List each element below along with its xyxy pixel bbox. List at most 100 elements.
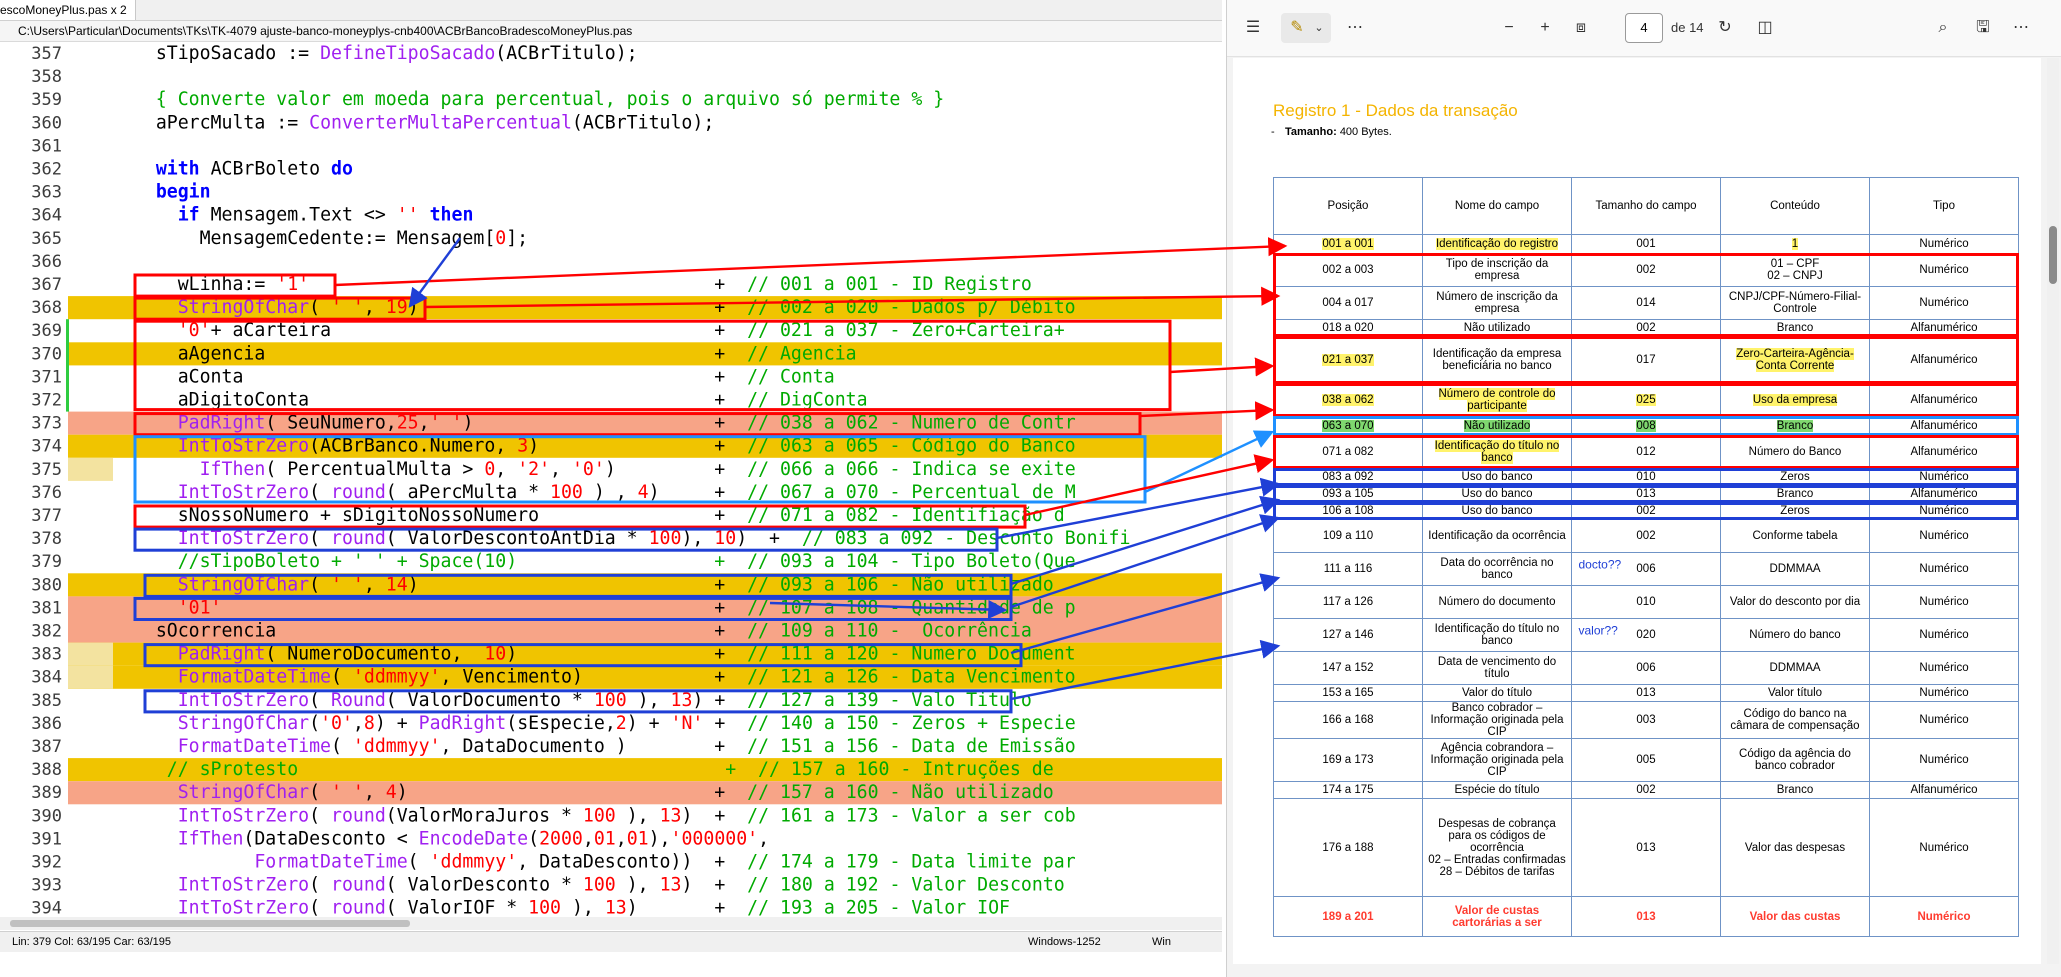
code-comment: // 038 a 062 - Numero de Contr — [747, 413, 1076, 434]
code-line: { Converte valor em moeda para percentua… — [112, 89, 944, 110]
code-token: * — [495, 898, 528, 917]
code-token: ( — [309, 713, 320, 734]
table-cell: Alfanumérico — [1869, 781, 2019, 799]
horizontal-scrollbar[interactable] — [0, 917, 1222, 930]
vertical-scrollbar[interactable] — [2047, 58, 2059, 964]
code-token: 2000 — [539, 828, 583, 849]
code-token: 19 — [386, 297, 408, 318]
code-line: '01' + // 107 a 108 - Quantidade de p — [112, 597, 1076, 618]
cell-text: Valor do título — [1461, 687, 1533, 699]
highlight-icon[interactable]: ✎ — [1285, 14, 1309, 42]
page-number-input[interactable]: 4 — [1625, 13, 1663, 43]
code-token: FormatDateTime — [178, 667, 331, 688]
code-token: ( — [386, 898, 408, 917]
code-token: DataDesconto — [254, 828, 385, 849]
cell-text: Código da agência do banco cobrador — [1739, 748, 1851, 772]
code-token: 13 — [605, 898, 627, 917]
code-token: , — [364, 574, 386, 595]
cell-text: Data de vencimento do título — [1437, 656, 1557, 680]
eol-label[interactable]: Win — [1152, 932, 1171, 952]
save-icon[interactable]: 🖫 — [1971, 14, 1995, 42]
cell-text: Valor título — [1767, 687, 1823, 699]
code-comment: // 083 a 092 - Desconto Bonifi — [802, 528, 1131, 549]
table-cell: Identificação do título no banco — [1422, 435, 1572, 469]
code-line: PadRight( SeuNumero,25,' ') + // 038 a 0… — [112, 413, 1076, 434]
chevron-down-icon[interactable]: ⌄ — [1309, 14, 1329, 42]
code-line: begin — [112, 182, 211, 203]
fit-page-icon[interactable]: ⧈ — [1569, 14, 1593, 42]
cell-text: Número do Banco — [1748, 446, 1842, 458]
zoom-out-icon[interactable]: − — [1497, 14, 1521, 42]
table-cell: Uso do banco — [1422, 502, 1572, 520]
code-comment: // DigConta — [747, 390, 867, 411]
table-row: 189 a 201 Valor de custas cartorárias a s… — [1273, 896, 2019, 937]
table-cell: 01 – CPF 02 – CNPJ — [1720, 253, 1870, 287]
code-token: ( — [265, 459, 287, 480]
editor-tab[interactable]: escoMoneyPlus.pas x 2 — [0, 0, 136, 20]
code-token: '000000' — [671, 828, 759, 849]
code-comment: // 174 a 179 - Data limite par — [747, 852, 1076, 873]
scroll-thumb[interactable] — [2049, 226, 2057, 284]
code-token — [112, 667, 178, 688]
more-icon[interactable]: ⋯ — [2009, 14, 2033, 42]
table-cell: Branco — [1720, 485, 1870, 503]
code-token: ( — [386, 690, 408, 711]
cell-text: Alfanumérico — [1910, 322, 1978, 334]
line-number: 364 — [31, 206, 62, 226]
code-token — [112, 597, 178, 618]
code-token — [112, 182, 156, 203]
code-line: aPercMulta := ConverterMultaPercentual(A… — [112, 112, 714, 133]
code-token: aAgencia — [178, 343, 266, 364]
more-icon[interactable]: ⋯ — [1343, 14, 1367, 42]
cell-text: Valor das custas — [1749, 910, 1841, 923]
code-editor[interactable]: escoMoneyPlus.pas x 2 C:\Users\Particula… — [0, 0, 1222, 977]
zoom-in-icon[interactable]: + — [1533, 14, 1557, 42]
table-cell: 002 a 003 — [1273, 253, 1423, 287]
cell-text: 013 — [1636, 910, 1656, 923]
table-cell: Numérico — [1869, 585, 2019, 619]
table-cell: Branco — [1720, 319, 1870, 337]
cell-text: Identificação do registro — [1435, 238, 1559, 250]
cell-text: Numérico — [1919, 505, 1969, 517]
code-line: wLinha:= '1' + // 001 a 001 - ID Registr… — [112, 274, 1032, 295]
code-line: aDigitoConta + // DigConta — [112, 390, 868, 411]
table-row: 063 a 070 Não utilizado 008 Branco Alfanumér… — [1273, 416, 2019, 436]
cell-text: 013 — [1636, 687, 1656, 699]
code-token: > — [451, 459, 484, 480]
code-token: Vencimento — [462, 667, 572, 688]
code-token: , — [605, 713, 616, 734]
scroll-thumb[interactable] — [10, 920, 410, 927]
line-number: 381 — [31, 598, 62, 618]
cell-text: Numérico — [1919, 471, 1969, 483]
table-cell: 002 — [1571, 253, 1721, 287]
code-token: PercentualMulta — [287, 459, 451, 480]
cell-text: 109 a 110 — [1322, 530, 1374, 542]
cell-text: Branco — [1776, 488, 1814, 500]
code-token — [112, 621, 156, 642]
code-token: ( — [309, 528, 331, 549]
encoding-label[interactable]: Windows-1252 — [1028, 932, 1101, 952]
rotate-icon[interactable]: ↻ — [1713, 14, 1737, 42]
code-token: , — [616, 828, 627, 849]
table-cell: Data do ocorrência no banco — [1422, 552, 1572, 586]
code-token: , — [386, 413, 397, 434]
code-token: DefineTipoSacado — [320, 43, 495, 64]
table-cell: 018 a 020 — [1273, 319, 1423, 337]
code-token: IfThen — [200, 459, 266, 480]
pdf-viewer[interactable]: ☰ ✎ ⌄ ⋯ − + ⧈ 4 de 14 ↻ ◫ ⌕ 🖫 ⋯ Registro… — [1226, 0, 2061, 977]
search-icon[interactable]: ⌕ — [1931, 14, 1955, 42]
table-cell: 002 — [1571, 781, 1721, 799]
cell-text: Uso do banco — [1461, 505, 1533, 517]
cell-text: 018 a 020 — [1322, 322, 1374, 334]
two-page-icon[interactable]: ◫ — [1753, 14, 1777, 42]
cell-text: 002 — [1636, 322, 1656, 334]
code-token — [112, 551, 178, 572]
line-number: 386 — [31, 714, 62, 734]
code-token: ( — [309, 482, 331, 503]
cell-text: 002 a 003 — [1322, 264, 1374, 276]
line-marker — [68, 457, 113, 481]
code-canvas[interactable]: 357 sTipoSacado := DefineTipoSacado(ACBr… — [0, 42, 1222, 917]
contents-icon[interactable]: ☰ — [1241, 14, 1265, 42]
code-area[interactable]: 357 sTipoSacado := DefineTipoSacado(ACBr… — [0, 42, 1222, 917]
code-comment: // 067 a 070 - Percentual de M — [747, 482, 1076, 503]
